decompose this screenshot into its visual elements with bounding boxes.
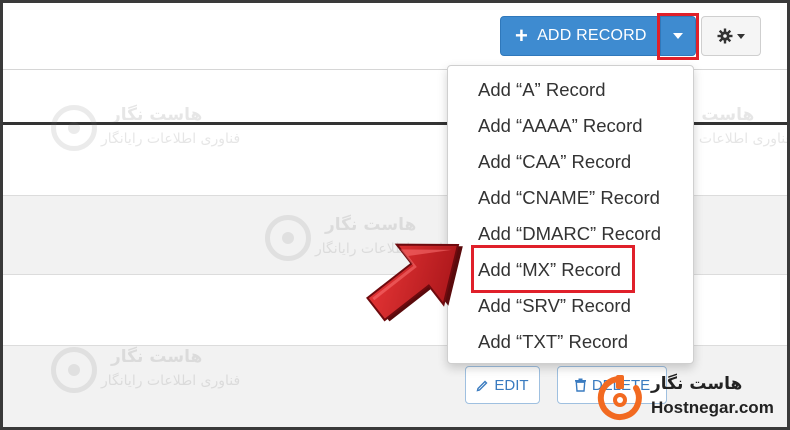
pencil-icon: [476, 380, 488, 391]
watermark-title: هاست نگار: [111, 347, 203, 367]
edit-label: EDIT: [494, 376, 529, 394]
brand-name-fa: هاست نگار: [651, 374, 743, 394]
menu-item-add-srv-record[interactable]: Add “SRV” Record: [448, 288, 693, 324]
plus-icon: +: [515, 23, 529, 48]
highlight-box-dropdown-toggle: [657, 13, 699, 60]
menu-item-add-aaaa-record[interactable]: Add “AAAA” Record: [448, 108, 693, 144]
menu-item-add-a-record[interactable]: Add “A” Record: [448, 72, 693, 108]
hostnegar-logo-icon: [597, 375, 642, 420]
add-record-button[interactable]: + ADD RECORD: [500, 16, 660, 56]
watermark-logo-icon: [51, 105, 97, 151]
add-record-label: ADD RECORD: [537, 27, 647, 44]
watermark-logo-icon: [265, 215, 311, 261]
menu-item-add-caa-record[interactable]: Add “CAA” Record: [448, 144, 693, 180]
add-record-dropdown-menu: Add “A” Record Add “AAAA” Record Add “CA…: [447, 65, 694, 364]
highlight-box-mx-record: [471, 245, 635, 293]
settings-button[interactable]: [701, 16, 761, 56]
trash-icon: [574, 378, 586, 392]
gear-icon: [717, 28, 733, 44]
watermark-title: هاست نگار: [111, 105, 203, 125]
pointer-arrow-icon: [366, 243, 463, 322]
brand-name-en: Hostnegar.com: [651, 398, 774, 417]
dns-zone-editor: هاست نگار فناوری اطلاعات رایانگار هاست ن…: [3, 3, 787, 427]
menu-item-add-cname-record[interactable]: Add “CNAME” Record: [448, 180, 693, 216]
watermark-subtitle: فناوری اطلاعات رایانگار: [101, 131, 241, 147]
menu-item-add-txt-record[interactable]: Add “TXT” Record: [448, 324, 693, 360]
caret-down-icon: [737, 33, 745, 39]
watermark-subtitle: فناوری اطلاعات رایانگار: [101, 373, 241, 389]
watermark-logo-icon: [51, 347, 97, 393]
edit-button[interactable]: EDIT: [465, 366, 540, 404]
brand-logo: هاست نگار Hostnegar.com: [593, 371, 783, 425]
